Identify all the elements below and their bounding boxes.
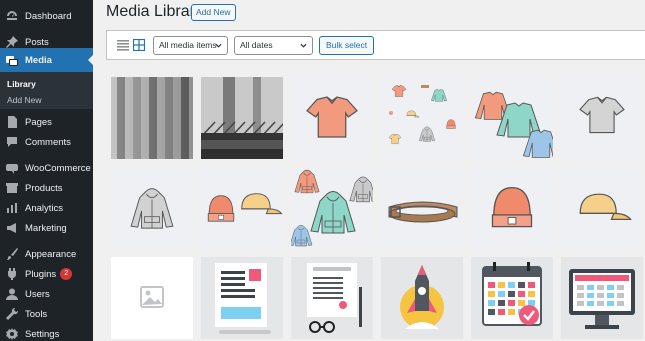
sidebar-item-comments[interactable]: Comments xyxy=(0,130,93,154)
media-thumbnail-rocket-illustration[interactable] xyxy=(381,257,463,339)
archive-icon xyxy=(5,181,19,195)
media-thumbnail-hoodies-image[interactable] xyxy=(291,167,373,249)
sidebar-item-label: Products xyxy=(25,182,63,194)
page-title: Media Library xyxy=(106,3,203,20)
media-toolbar: All media items All dates Bulk select xyxy=(106,30,645,60)
media-thumbnail-beanie-image[interactable] xyxy=(471,167,553,249)
sidebar-item-label: Tools xyxy=(25,308,48,320)
list-view-icon[interactable] xyxy=(117,39,129,51)
sidebar-item-label: Comments xyxy=(25,136,71,148)
sidebar-item-marketing[interactable]: Marketing xyxy=(0,216,93,240)
media-thumbnail-grey-tshirt-image[interactable] xyxy=(561,77,643,159)
media-type-value: All media items xyxy=(159,40,217,50)
media-thumbnail-cap-image[interactable] xyxy=(561,167,643,249)
sidebar-item-label: Users xyxy=(25,288,50,300)
media-thumbnail-beanie-cap-image[interactable] xyxy=(201,167,283,249)
media-thumbnail-placeholder-image[interactable] xyxy=(111,257,193,339)
dashboard-icon xyxy=(5,9,19,23)
submenu-library[interactable]: Library xyxy=(7,79,36,89)
media-icon xyxy=(5,53,19,67)
sidebar-item-label: Media xyxy=(25,54,52,66)
chart-icon xyxy=(5,201,19,215)
bulk-select-button[interactable]: Bulk select xyxy=(319,36,375,55)
page-icon xyxy=(5,115,19,129)
media-thumbnail-belt-image[interactable] xyxy=(381,167,463,249)
chevron-down-icon xyxy=(300,43,307,48)
wrench-icon xyxy=(5,307,19,321)
comment-icon xyxy=(5,135,19,149)
sidebar-item-label: Appearance xyxy=(25,248,77,260)
date-value: All dates xyxy=(240,40,273,50)
sidebar-item-label: WooCommerce xyxy=(25,162,91,174)
plugin-icon xyxy=(5,267,19,281)
media-thumbnail-clothing-pattern-image[interactable] xyxy=(381,77,463,159)
sidebar-item-label: Marketing xyxy=(25,222,67,234)
add-new-button[interactable]: Add New xyxy=(191,4,236,21)
sidebar-item-label: Dashboard xyxy=(25,10,72,22)
media-thumbnail-bridge-photo[interactable] xyxy=(201,77,283,159)
media-thumbnail-certificate-illustration[interactable] xyxy=(291,257,373,339)
sidebar-item-label: Pages xyxy=(25,116,52,128)
admin-sidebar: Library Add New Dashboard Posts Media Pages… xyxy=(0,0,93,341)
sidebar-item-label: Plugins xyxy=(25,268,57,280)
sidebar-item-label: Settings xyxy=(25,328,60,340)
update-count-badge: 2 xyxy=(60,268,73,280)
pin-icon xyxy=(5,35,19,49)
media-thumbnail-monitor-illustration[interactable] xyxy=(561,257,643,339)
media-thumbnail-hoodie-image[interactable] xyxy=(111,167,193,249)
date-select[interactable]: All dates xyxy=(234,36,313,55)
users-icon xyxy=(5,287,19,301)
sidebar-item-dashboard[interactable]: Dashboard xyxy=(0,4,93,28)
woocommerce-icon xyxy=(5,161,19,175)
media-thumbnail-document-illustration[interactable] xyxy=(201,257,283,339)
settings-icon xyxy=(5,327,19,341)
sidebar-item-settings[interactable]: Settings xyxy=(0,322,93,341)
chevron-down-icon xyxy=(215,43,222,48)
grid-view-icon[interactable] xyxy=(133,39,145,51)
sidebar-item-label: Analytics xyxy=(25,202,64,214)
paintbrush-icon xyxy=(5,247,19,261)
sidebar-item-label: Posts xyxy=(25,36,49,48)
media-type-select[interactable]: All media items xyxy=(153,36,228,55)
media-thumbnail-tshirt-image[interactable] xyxy=(291,77,373,159)
megaphone-icon xyxy=(5,221,19,235)
media-thumbnail-bridge-photo[interactable] xyxy=(111,77,193,159)
submenu-add-new[interactable]: Add New xyxy=(7,95,42,105)
media-thumbnail-long-sleeve-image[interactable] xyxy=(471,77,553,159)
media-thumbnail-calendar-illustration[interactable] xyxy=(471,257,553,339)
sidebar-item-media[interactable]: Media xyxy=(0,48,93,72)
